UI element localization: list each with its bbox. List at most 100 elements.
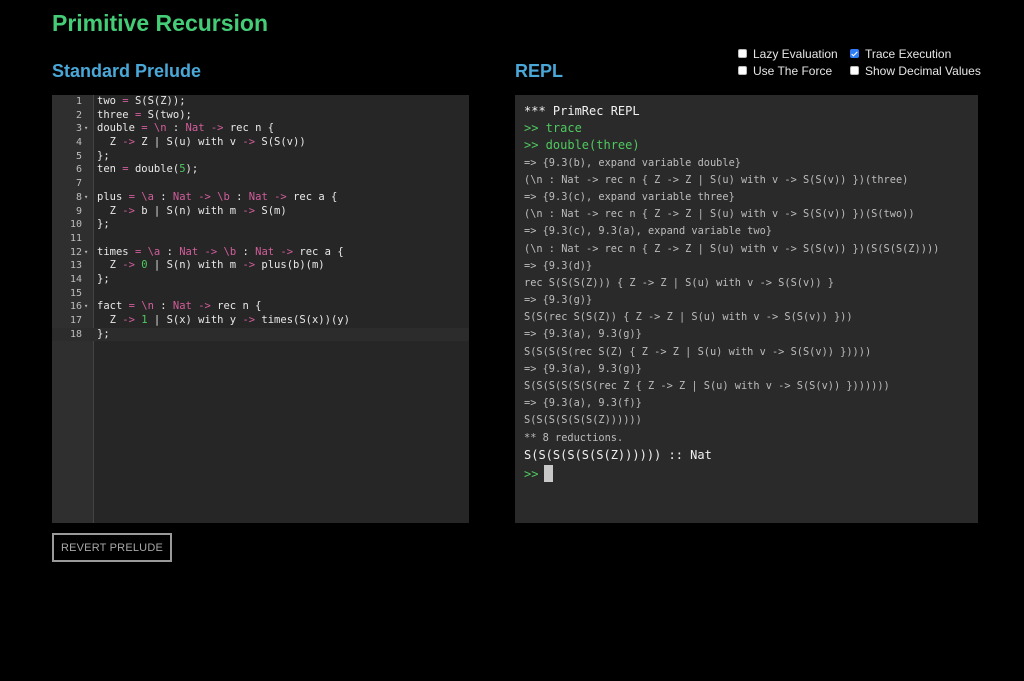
code-line: 15 — [52, 287, 469, 301]
repl-line: S(S(rec S(S(Z)) { Z -> Z | S(u) with v -… — [524, 311, 853, 324]
code-lines: 1 two = S(S(Z)); 2 three = S(two); 3 ▾ double … — [52, 95, 469, 342]
code-line: 9 Z -> b | S(n) with m -> S(m) — [52, 205, 469, 219]
repl-line: => {9.3(b), expand variable double} — [524, 156, 741, 169]
repl-line: => {9.3(a), 9.3(g)} — [524, 328, 642, 341]
repl-line: *** PrimRec REPL — [524, 104, 640, 118]
options-panel: Lazy Evaluation Trace Execution Use The … — [738, 46, 990, 78]
code-line: 12 ▾ times = \a : Nat -> \b : Nat -> rec a… — [52, 246, 469, 260]
line-number: 7 — [75, 178, 82, 190]
code-text: }; — [97, 218, 110, 231]
code-line: 11 — [52, 232, 469, 246]
code-text: ten = double(5); — [97, 163, 199, 176]
code-text: Z -> 0 | S(n) with m -> plus(b)(m) — [97, 259, 325, 272]
page-title: Primitive Recursion — [52, 10, 269, 36]
fold-arrow-icon[interactable]: ▾ — [84, 300, 88, 314]
code-line: 3 ▾ double = \n : Nat -> rec n { — [52, 122, 469, 136]
repl-line: >> trace — [524, 121, 582, 136]
repl-line: => {9.3(a), 9.3(f)} — [524, 397, 642, 410]
code-line: 14}; — [52, 273, 469, 287]
option-use-the-force[interactable]: Use The Force — [738, 63, 850, 78]
repl-line: S(S(S(S(rec S(Z) { Z -> Z | S(u) with v … — [524, 345, 872, 358]
repl-line: S(S(S(S(S(S(Z)))))) — [524, 414, 642, 427]
line-number: 17 — [69, 315, 82, 326]
repl-line: >> double(three) — [524, 138, 640, 153]
code-line: 5}; — [52, 150, 469, 164]
line-number: 13 — [69, 260, 82, 272]
line-number: 8 — [75, 191, 82, 203]
fold-arrow-icon[interactable]: ▾ — [84, 246, 88, 260]
code-text: Z -> 1 | S(x) with y -> times(S(x))(y) — [97, 314, 350, 326]
code-line: 17 Z -> 1 | S(x) with y -> times(S(x))(y… — [52, 314, 469, 328]
text-cursor[interactable] — [544, 465, 554, 483]
repl-line: rec S(S(S(Z))) { Z -> Z | S(u) with v ->… — [524, 276, 834, 289]
code-line: 10}; — [52, 218, 469, 232]
repl-line: S(S(S(S(S(S(Z)))))) :: Nat — [524, 447, 712, 462]
line-number: 10 — [69, 219, 82, 231]
line-number: 3 — [75, 123, 82, 135]
repl-line: => {9.3(g)} — [524, 294, 593, 307]
line-number: 1 — [75, 96, 82, 107]
code-text: two = S(S(Z)); — [97, 95, 186, 107]
code-line: 4 Z -> Z | S(u) with v -> S(S(v)) — [52, 136, 469, 150]
use-the-force-checkbox[interactable] — [738, 66, 747, 75]
repl-output: *** PrimRec REPL >> trace >> double(three)… — [524, 103, 972, 484]
repl-line: => {9.3(d)} — [524, 259, 593, 272]
code-text: }; — [97, 149, 110, 162]
option-label: Lazy Evaluation — [753, 46, 838, 61]
code-text: double = \n : Nat -> rec n { — [97, 122, 275, 135]
line-number: 14 — [69, 273, 82, 285]
fold-arrow-icon[interactable]: ▾ — [84, 191, 88, 205]
code-line: 18}; — [52, 327, 469, 342]
line-number: 11 — [69, 232, 82, 244]
code-text: three = S(two); — [97, 108, 192, 121]
code-line: 6 ten = double(5); — [52, 163, 469, 177]
code-line: 2 three = S(two); — [52, 109, 469, 123]
code-text: Z -> b | S(n) with m -> S(m) — [97, 204, 287, 217]
code-line: 13 Z -> 0 | S(n) with m -> plus(b)(m) — [52, 259, 469, 273]
code-line: 1 two = S(S(Z)); — [52, 95, 469, 109]
code-line: 16 ▾ fact = \n : Nat -> rec n { — [52, 300, 469, 314]
option-lazy-evaluation[interactable]: Lazy Evaluation — [738, 46, 850, 61]
line-number: 4 — [75, 137, 82, 149]
repl-line: ** 8 reductions. — [524, 431, 624, 444]
repl-input-line[interactable]: >> — [524, 464, 972, 484]
trace-execution-checkbox[interactable] — [850, 49, 859, 58]
code-text: fact = \n : Nat -> rec n { — [97, 300, 262, 313]
repl-line: => {9.3(c), expand variable three} — [524, 190, 735, 203]
repl-line: => {9.3(a), 9.3(g)} — [524, 362, 642, 375]
revert-prelude-button[interactable]: REVERT PRELUDE — [52, 533, 172, 562]
repl-title: REPL — [515, 61, 564, 81]
code-text: }; — [97, 272, 110, 285]
show-decimal-values-checkbox[interactable] — [850, 66, 859, 75]
option-label: Use The Force — [753, 63, 833, 78]
prelude-title: Standard Prelude — [52, 61, 202, 81]
option-show-decimal-values[interactable]: Show Decimal Values — [850, 63, 990, 78]
repl-prompt: >> — [524, 466, 539, 481]
repl-line: (\n : Nat -> rec n { Z -> Z | S(u) with … — [524, 208, 915, 221]
repl-console[interactable]: *** PrimRec REPL >> trace >> double(three)… — [515, 95, 978, 523]
line-number: 6 — [75, 164, 82, 176]
code-text: plus = \a : Nat -> \b : Nat -> rec a { — [97, 190, 338, 203]
lazy-evaluation-checkbox[interactable] — [738, 49, 747, 58]
line-number: 15 — [69, 287, 82, 299]
code-text: times = \a : Nat -> \b : Nat -> rec a { — [97, 245, 344, 258]
line-number: 16 — [69, 301, 82, 313]
prelude-editor[interactable]: 1 two = S(S(Z)); 2 three = S(two); 3 ▾ double … — [52, 95, 469, 523]
code-line: 8 ▾ plus = \a : Nat -> \b : Nat -> rec a { — [52, 191, 469, 205]
fold-arrow-icon[interactable]: ▾ — [84, 122, 88, 136]
line-number: 5 — [75, 150, 82, 162]
code-text: Z -> Z | S(u) with v -> S(S(v)) — [97, 136, 306, 149]
repl-line: => {9.3(c), 9.3(a), expand variable two} — [524, 225, 772, 238]
option-trace-execution[interactable]: Trace Execution — [850, 46, 990, 61]
repl-line: (\n : Nat -> rec n { Z -> Z | S(u) with … — [524, 242, 940, 255]
repl-line: S(S(S(S(S(S(rec Z { Z -> Z | S(u) with v… — [524, 380, 890, 392]
line-number: 9 — [75, 205, 82, 217]
line-number: 18 — [69, 328, 82, 340]
line-number: 12 — [69, 246, 82, 258]
code-text: }; — [97, 327, 110, 340]
option-label: Trace Execution — [865, 46, 952, 61]
line-number: 2 — [75, 109, 82, 121]
repl-line: (\n : Nat -> rec n { Z -> Z | S(u) with … — [524, 173, 909, 186]
option-label: Show Decimal Values — [865, 63, 981, 78]
code-line: 7 — [52, 177, 469, 191]
